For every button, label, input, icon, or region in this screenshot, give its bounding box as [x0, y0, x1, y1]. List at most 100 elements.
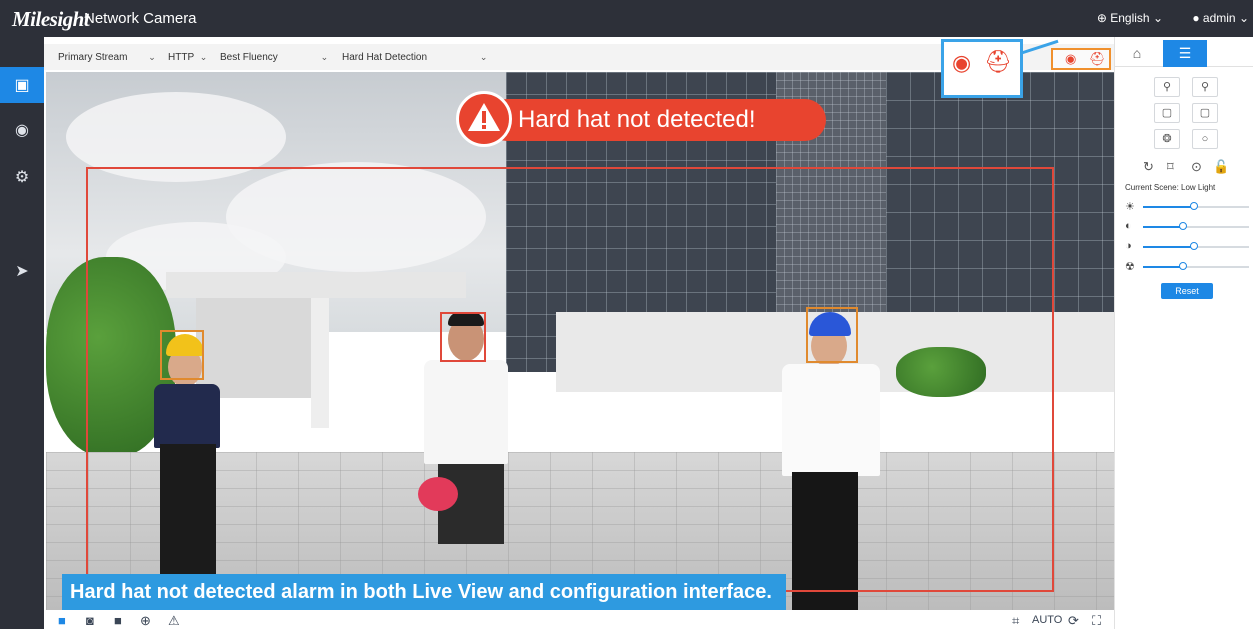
detection-select[interactable]: Hard Hat Detection ⌄ [342, 52, 487, 63]
fluency-select-label: Best Fluency [220, 52, 278, 63]
focus-far-button[interactable]: ▢ [1192, 103, 1218, 123]
iris-close-icon: ❂ [1162, 133, 1172, 145]
zoom-out-icon: ⚲ [1162, 81, 1172, 93]
globe-icon: ⊕ [1096, 11, 1107, 25]
gear-icon: ⚙ [14, 169, 30, 186]
fluency-select[interactable]: Best Fluency ⌄ [220, 52, 328, 63]
record-icon[interactable]: ■ [114, 613, 122, 628]
auto-mode[interactable]: AUTO [1032, 614, 1062, 626]
lock-icon[interactable]: 🔓 [1213, 159, 1229, 175]
iris-open-button[interactable]: ○ [1192, 129, 1218, 149]
protocol-select-label: HTTP [168, 52, 194, 63]
cursor-icon: ➤ [15, 263, 29, 280]
focus-area-icon[interactable]: ⌑ [1167, 159, 1174, 175]
video-caption: Hard hat not detected alarm in both Live… [62, 574, 786, 610]
chevron-down-icon: ⌄ [1152, 11, 1163, 25]
sliders-icon: ☰ [1178, 45, 1192, 61]
reset-button[interactable]: Reset [1161, 283, 1213, 299]
chevron-down-icon: ⌄ [148, 52, 156, 62]
nav-settings[interactable]: ⚙ [0, 159, 44, 195]
target-icon[interactable]: ⊙ [1191, 159, 1202, 175]
detection-box-no-helmet [440, 312, 486, 362]
detection-box-helmet [160, 330, 204, 380]
chevron-down-icon: ⌄ [1238, 11, 1249, 25]
refresh-icon[interactable]: ⟳ [1068, 613, 1079, 629]
crop-icon[interactable]: ⌗ [1012, 613, 1019, 629]
slider-knob[interactable] [1179, 222, 1187, 230]
slider-knob[interactable] [1190, 202, 1198, 210]
user-menu[interactable]: ● admin ⌄ [1192, 11, 1249, 25]
iris-open-icon: ○ [1201, 133, 1209, 145]
sharpness-slider[interactable]: ☢ [1125, 261, 1250, 273]
left-nav: ▣ ◉ ⚙ ➤ [0, 37, 44, 629]
product-name: Network Camera [84, 10, 197, 27]
focus-far-icon: ▢ [1199, 107, 1211, 119]
top-bar: Milesight Network Camera ⊕ English ⌄ ● a… [0, 0, 1253, 37]
slider-track [1143, 222, 1249, 230]
brightness-slider[interactable]: ☀ [1125, 201, 1250, 213]
record-alarm-icon[interactable]: ◉ [1065, 51, 1076, 67]
slider-knob[interactable] [1190, 242, 1198, 250]
home-icon: ⌂ [1132, 45, 1142, 61]
saturation-slider[interactable]: ◑ [1125, 240, 1250, 253]
brand-logo: Milesight [12, 7, 90, 31]
slider-fill [1143, 206, 1194, 208]
play-circle-icon: ◉ [15, 122, 29, 139]
warning-icon [468, 103, 500, 131]
slider-fill [1143, 246, 1194, 248]
iris-close-button[interactable]: ❂ [1154, 129, 1180, 149]
protocol-select[interactable]: HTTP ⌄ [168, 52, 207, 63]
record-alarm-icon: ◉ [952, 50, 972, 75]
alarm-badge [456, 91, 512, 147]
alarm-text: Hard hat not detected! [518, 106, 756, 133]
mouse-cursor: ➤ [0, 253, 44, 289]
alarm-pill: Hard hat not detected! [486, 99, 826, 141]
fullscreen-icon[interactable]: ⛶ [1092, 613, 1101, 629]
zoom-in-icon: ⚲ [1200, 81, 1210, 93]
contrast-slider[interactable]: ◐ [1125, 220, 1250, 233]
stream-select[interactable]: Primary Stream ⌄ [58, 52, 156, 63]
detection-select-label: Hard Hat Detection [342, 52, 428, 63]
tab-image-adjust[interactable]: ☰ [1163, 40, 1207, 67]
focus-near-button[interactable]: ▢ [1154, 103, 1180, 123]
slider-track [1143, 202, 1249, 210]
alarm-zoom-callout: ◉ ⛑ [941, 39, 1023, 98]
stream-select-label: Primary Stream [58, 52, 128, 63]
live-video[interactable]: Hard hat not detected! Hard hat not dete… [46, 72, 1114, 610]
alarm-status-highlight: ◉ ⛑ [1051, 48, 1111, 70]
user-label: admin [1202, 11, 1236, 25]
bottom-toolbar: ■ ◙ ■ ⊕ ⚠ ⌗ AUTO ⟳ ⛶ [44, 612, 1114, 629]
user-icon: ● [1192, 11, 1200, 25]
language-label: English [1110, 11, 1150, 25]
chevron-down-icon: ⌄ [199, 52, 208, 62]
nav-live-view[interactable]: ▣ [0, 67, 44, 103]
hard-hat-alarm-icon: ⛑ [984, 49, 1012, 74]
slider-fill [1143, 226, 1183, 228]
sharpness-icon: ☢ [1125, 261, 1135, 273]
contrast-icon: ◐ [1125, 220, 1132, 232]
zoom-in-button[interactable]: ⚲ [1192, 77, 1218, 97]
language-selector[interactable]: ⊕ English ⌄ [1097, 11, 1163, 25]
hard-hat-alarm-icon[interactable]: ⛑ [1089, 51, 1106, 67]
chevron-down-icon: ⌄ [320, 52, 329, 62]
chevron-down-icon: ⌄ [479, 52, 488, 62]
detection-region [86, 167, 1054, 592]
detection-box-helmet [806, 307, 858, 363]
stop-icon[interactable]: ■ [58, 613, 66, 628]
monitor-icon: ▣ [14, 77, 30, 94]
nav-playback[interactable]: ◉ [0, 112, 44, 148]
brightness-icon: ☀ [1125, 201, 1135, 213]
tab-home[interactable]: ⌂ [1115, 40, 1159, 67]
slider-knob[interactable] [1179, 262, 1187, 270]
zoom-out-button[interactable]: ⚲ [1154, 77, 1180, 97]
zoom-icon[interactable]: ⊕ [140, 613, 151, 629]
alarm-banner: Hard hat not detected! [456, 91, 826, 147]
alarm-light-icon[interactable]: ⚠ [168, 613, 180, 629]
right-panel: ⌂ ☰ ⚲ ⚲ ▢ ▢ ❂ ○ ↻ ⌑ ⊙ 🔓 Current Scene: L… [1114, 37, 1253, 629]
snapshot-icon[interactable]: ◙ [86, 613, 94, 628]
slider-fill [1143, 266, 1183, 268]
current-scene: Current Scene: Low Light [1125, 183, 1216, 192]
slider-track [1143, 262, 1249, 270]
onepush-focus-icon[interactable]: ↻ [1143, 159, 1154, 175]
slider-track [1143, 242, 1249, 250]
